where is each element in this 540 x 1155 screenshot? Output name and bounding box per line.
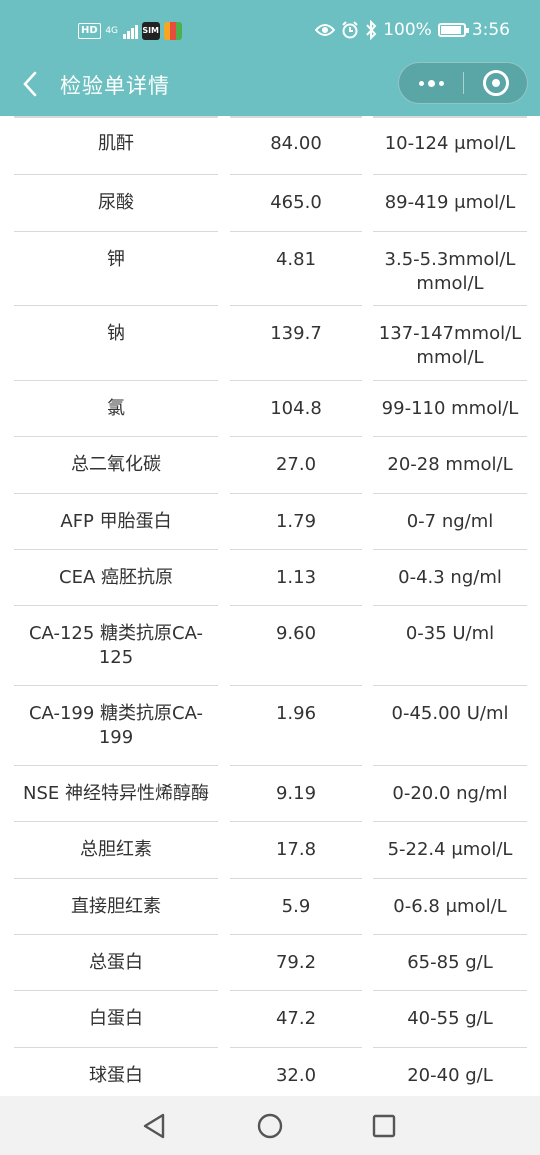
test-value-cell: 104.8 <box>230 381 362 437</box>
reference-range-cell: 0-35 U/ml <box>373 606 527 686</box>
status-bar-left: HD 4G SIM <box>78 22 182 40</box>
test-name-cell: 总胆红素 <box>14 822 218 879</box>
network-type: 4G <box>105 25 119 36</box>
table-row: 钾 4.81 3.5-5.3mmol/L mmol/L <box>0 232 540 306</box>
table-row: 氯 104.8 99-110 mmol/L <box>0 381 540 437</box>
reference-range-cell: 89-419 μmol/L <box>373 175 527 232</box>
triangle-back-icon <box>143 1113 165 1139</box>
results-table[interactable]: 肌酐 84.00 10-124 μmol/L 尿酸 465.0 89-419 μmol/L… <box>0 116 540 1096</box>
test-name-cell: 氯 <box>14 381 218 437</box>
test-value-cell: 79.2 <box>230 935 362 991</box>
table-row: CEA 癌胚抗原 1.13 0-4.3 ng/ml <box>0 550 540 606</box>
table-row: NSE 神经特异性烯醇酶 9.19 0-20.0 ng/ml <box>0 766 540 822</box>
status-bar: HD 4G SIM 100% 3:56 <box>0 14 540 50</box>
reference-range-cell: 10-124 μmol/L <box>373 116 527 175</box>
test-name-cell: CA-199 糖类抗原CA-199 <box>14 686 218 766</box>
system-nav-bar <box>0 1096 540 1155</box>
reference-range-cell: 20-28 mmol/L <box>373 437 527 494</box>
test-name-cell: 球蛋白 <box>14 1048 218 1096</box>
nav-bar: 检验单详情 <box>0 60 540 108</box>
status-bar-right: 100% 3:56 <box>315 20 510 40</box>
test-name-cell: 总蛋白 <box>14 935 218 991</box>
test-value-cell: 4.81 <box>230 232 362 306</box>
table-row: 总蛋白 79.2 65-85 g/L <box>0 935 540 991</box>
close-button[interactable] <box>464 62 527 104</box>
bluetooth-icon <box>366 20 377 40</box>
reference-range-cell: 0-4.3 ng/ml <box>373 550 527 606</box>
test-name-cell: NSE 神经特异性烯醇酶 <box>14 766 218 822</box>
colorful-app-icon <box>163 22 182 40</box>
reference-range-cell: 137-147mmol/L mmol/L <box>373 306 527 381</box>
clock: 3:56 <box>471 20 510 40</box>
nav-home-button[interactable] <box>250 1106 290 1146</box>
test-name-cell: 尿酸 <box>14 175 218 232</box>
test-value-cell: 47.2 <box>230 991 362 1048</box>
more-dot-icon <box>438 80 444 86</box>
reference-range-cell: 3.5-5.3mmol/L mmol/L <box>373 232 527 306</box>
test-value-cell: 84.00 <box>230 116 362 175</box>
reference-range-cell: 99-110 mmol/L <box>373 381 527 437</box>
table-row: 总胆红素 17.8 5-22.4 μmol/L <box>0 822 540 879</box>
eye-icon <box>315 24 336 36</box>
table-row: CA-125 糖类抗原CA-125 9.60 0-35 U/ml <box>0 606 540 686</box>
target-close-icon <box>482 70 509 96</box>
table-row: 肌酐 84.00 10-124 μmol/L <box>0 116 540 175</box>
test-name-cell: 钾 <box>14 232 218 306</box>
reference-range-cell: 5-22.4 μmol/L <box>373 822 527 879</box>
table-row: 总二氧化碳 27.0 20-28 mmol/L <box>0 437 540 494</box>
test-name-cell: 钠 <box>14 306 218 381</box>
more-button[interactable] <box>399 62 463 104</box>
circle-home-icon <box>257 1113 283 1139</box>
test-name-cell: 白蛋白 <box>14 991 218 1048</box>
battery-percent: 100% <box>383 20 432 40</box>
reference-range-cell: 0-45.00 U/ml <box>373 686 527 766</box>
test-value-cell: 139.7 <box>230 306 362 381</box>
table-row: 球蛋白 32.0 20-40 g/L <box>0 1048 540 1096</box>
hd-icon: HD <box>78 23 101 39</box>
square-recents-icon <box>372 1114 396 1138</box>
reference-range-cell: 0-20.0 ng/ml <box>373 766 527 822</box>
app-header: HD 4G SIM 100% 3:56 检验单详情 <box>0 0 540 116</box>
test-value-cell: 1.79 <box>230 494 362 550</box>
reference-range-cell: 40-55 g/L <box>373 991 527 1048</box>
table-row: 尿酸 465.0 89-419 μmol/L <box>0 175 540 232</box>
page-title: 检验单详情 <box>60 74 170 98</box>
test-value-cell: 1.13 <box>230 550 362 606</box>
reference-range-cell: 0-7 ng/ml <box>373 494 527 550</box>
test-name-cell: 总二氧化碳 <box>14 437 218 494</box>
reference-range-cell: 0-6.8 μmol/L <box>373 879 527 935</box>
table-row: 直接胆红素 5.9 0-6.8 μmol/L <box>0 879 540 935</box>
reference-range-cell: 65-85 g/L <box>373 935 527 991</box>
battery-icon <box>437 23 469 37</box>
test-name-cell: CA-125 糖类抗原CA-125 <box>14 606 218 686</box>
test-value-cell: 17.8 <box>230 822 362 879</box>
test-value-cell: 32.0 <box>230 1048 362 1096</box>
mini-program-capsule <box>398 62 528 104</box>
test-value-cell: 9.60 <box>230 606 362 686</box>
test-value-cell: 5.9 <box>230 879 362 935</box>
test-value-cell: 9.19 <box>230 766 362 822</box>
test-name-cell: 直接胆红素 <box>14 879 218 935</box>
test-name-cell: 肌酐 <box>14 116 218 175</box>
table-row: AFP 甲胎蛋白 1.79 0-7 ng/ml <box>0 494 540 550</box>
nav-back-button[interactable] <box>134 1106 174 1146</box>
table-row: CA-199 糖类抗原CA-199 1.96 0-45.00 U/ml <box>0 686 540 766</box>
reference-range-cell: 20-40 g/L <box>373 1048 527 1096</box>
more-dot-icon <box>427 79 435 87</box>
back-button[interactable] <box>12 64 48 104</box>
signal-icon <box>122 23 138 39</box>
test-value-cell: 1.96 <box>230 686 362 766</box>
table-row: 钠 139.7 137-147mmol/L mmol/L <box>0 306 540 381</box>
test-name-cell: CEA 癌胚抗原 <box>14 550 218 606</box>
test-name-cell: AFP 甲胎蛋白 <box>14 494 218 550</box>
test-value-cell: 27.0 <box>230 437 362 494</box>
test-value-cell: 465.0 <box>230 175 362 232</box>
chevron-left-icon <box>23 71 37 97</box>
nav-recents-button[interactable] <box>364 1106 404 1146</box>
alarm-icon <box>342 21 358 39</box>
table-row: 白蛋白 47.2 40-55 g/L <box>0 991 540 1048</box>
sim-app-icon: SIM <box>141 22 160 40</box>
more-dot-icon <box>418 80 424 86</box>
